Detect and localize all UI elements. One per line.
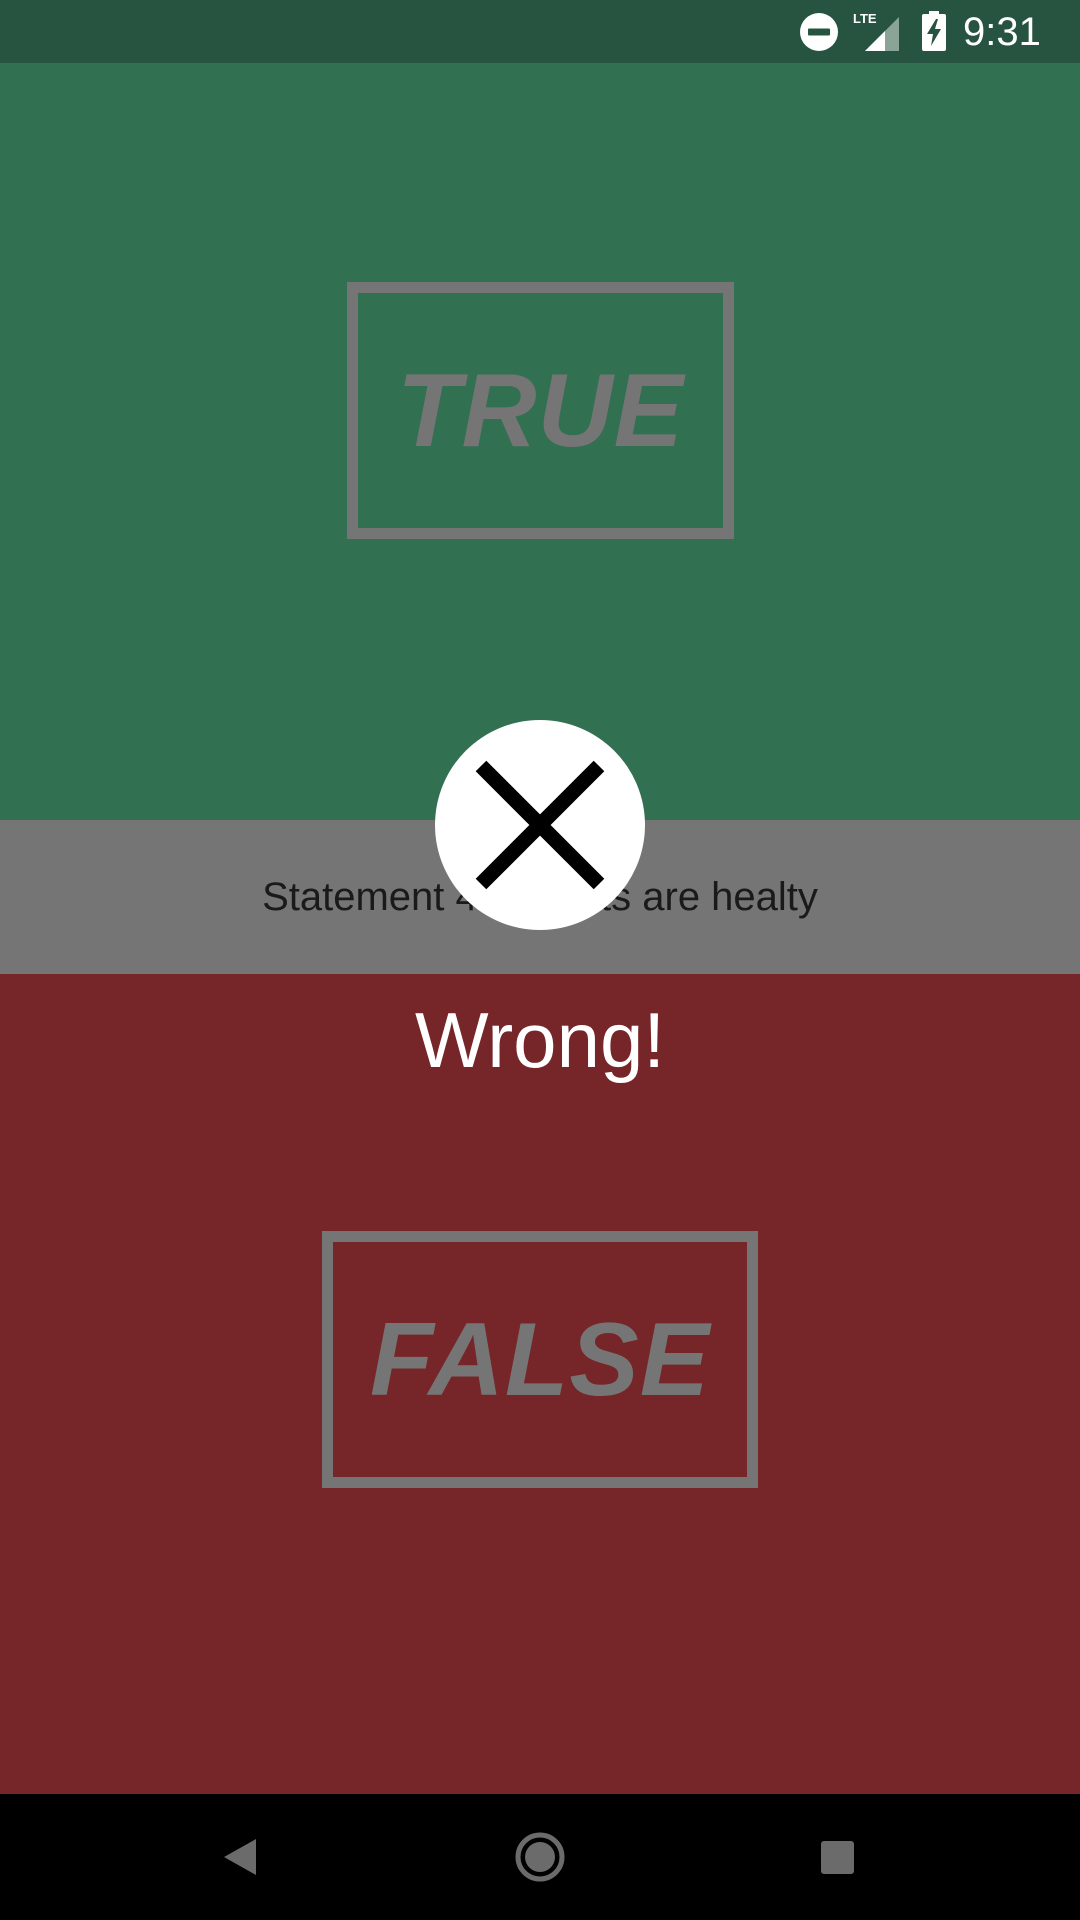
do-not-disturb-icon [800,13,838,51]
recents-button[interactable] [792,1812,882,1902]
home-button[interactable] [495,1812,585,1902]
true-label: TRUE [396,352,685,469]
true-answer-panel[interactable]: TRUE [0,63,1080,820]
recents-icon [821,1841,854,1874]
quiz-screen: LTE 9:31 TRUE Statement 4: Sweets are he… [0,0,1080,1920]
battery-charging-icon [922,11,946,51]
true-answer-button[interactable]: TRUE [347,282,734,539]
close-icon [475,760,605,890]
lte-signal-icon: LTE [853,11,899,51]
network-type-label: LTE [853,11,877,26]
back-button[interactable] [196,1812,286,1902]
navigation-bar [0,1794,1080,1920]
back-icon [224,1839,256,1875]
status-clock: 9:31 [963,10,1041,54]
status-bar: LTE 9:31 [0,0,1080,63]
home-icon [515,1832,565,1882]
false-answer-button[interactable]: FALSE [322,1231,758,1488]
result-message: Wrong! [415,996,665,1084]
false-label: FALSE [369,1301,711,1418]
wrong-answer-badge [435,720,645,930]
false-answer-panel[interactable]: Wrong! FALSE [0,974,1080,1794]
